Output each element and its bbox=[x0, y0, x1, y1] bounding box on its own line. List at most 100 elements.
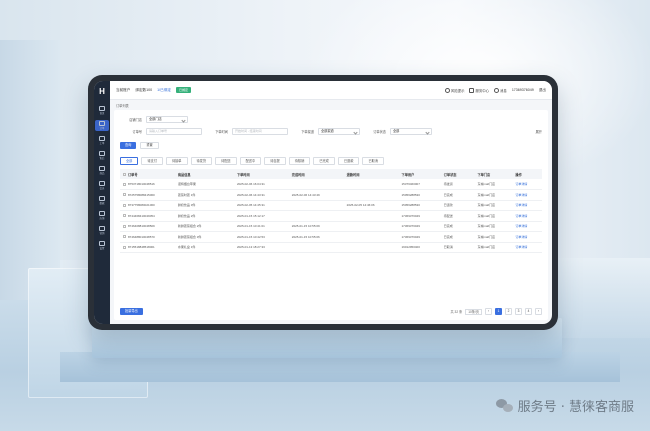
order-detail-link[interactable]: 订单详情 bbox=[512, 179, 542, 190]
row-checkbox[interactable] bbox=[123, 203, 126, 207]
cell-text: 8725758088415060 bbox=[128, 192, 155, 197]
table-cell: 8715518848518001 bbox=[120, 242, 175, 253]
order-detail-link[interactable]: 订单详情 bbox=[512, 242, 542, 253]
message-tool-label: 消息 bbox=[500, 88, 507, 93]
logout-link[interactable]: 退出 bbox=[539, 88, 546, 93]
status-tab[interactable]: 待支付 bbox=[141, 157, 163, 165]
page-number-button[interactable]: 1 bbox=[495, 308, 502, 315]
page-number-button[interactable]: 4 bbox=[525, 308, 532, 315]
status-select[interactable]: 全部 bbox=[390, 127, 432, 135]
order-no-input[interactable]: 请输入订单号 bbox=[146, 127, 202, 135]
order-detail-link[interactable]: 订单详情 bbox=[512, 200, 542, 211]
menu-icon bbox=[99, 196, 105, 201]
status-tab[interactable]: 待核销 bbox=[288, 157, 311, 165]
breadcrumb: 订单列表 bbox=[110, 100, 552, 110]
order-detail-link[interactable]: 订单详情 bbox=[512, 231, 542, 243]
book-icon bbox=[469, 87, 475, 93]
sidebar-item[interactable]: 商品 bbox=[95, 165, 109, 176]
select-all-checkbox[interactable] bbox=[123, 173, 126, 177]
status-tab[interactable]: 待发货 bbox=[190, 157, 213, 165]
row-checkbox[interactable] bbox=[123, 235, 126, 239]
cell-text: 订单详情 bbox=[515, 213, 528, 218]
order-no-label: 订单号 bbox=[132, 129, 142, 134]
sidebar-item[interactable]: 设置 bbox=[95, 240, 109, 251]
table-row[interactable]: 8744468410049054 鲜奶饮品 2件 2025-01-15 15:12:… bbox=[120, 210, 542, 222]
sidebar-item[interactable]: 数据 bbox=[95, 195, 109, 206]
expand-toggle[interactable]: 展开 bbox=[536, 129, 542, 134]
table-cell: 8744468410049054 bbox=[120, 210, 175, 222]
table-row[interactable]: 8737758080021060 鲜奶饮品 3件 2025-02-05 14:45:… bbox=[120, 200, 542, 211]
table-cell: 东城mall门店 bbox=[474, 210, 513, 222]
table-cell: 已完成 bbox=[440, 221, 475, 232]
service-tool[interactable]: 服务中心 bbox=[469, 87, 489, 93]
column-header-label: 完成时间 bbox=[291, 172, 305, 177]
row-checkbox[interactable] bbox=[123, 182, 126, 186]
row-checkbox[interactable] bbox=[123, 245, 126, 249]
next-page-button[interactable]: › bbox=[535, 308, 542, 315]
sidebar-item[interactable]: 首页 bbox=[95, 105, 109, 116]
status-tab[interactable]: 已取消 bbox=[362, 157, 384, 165]
cell-text: 2025-02-05 14:45:31 bbox=[236, 203, 265, 208]
column-header: 下单时间 bbox=[233, 169, 289, 179]
row-checkbox[interactable] bbox=[123, 214, 126, 218]
table-row[interactable]: 8725758088415060 蔬菜时蔬 1件 2025-02-06 14:43:… bbox=[120, 189, 542, 201]
page-number-button[interactable]: 3 bbox=[515, 308, 522, 315]
batch-export-button[interactable]: 批量导出 bbox=[120, 308, 143, 315]
table-cell: 8746488010048570 bbox=[120, 231, 175, 243]
reset-button[interactable]: 重置 bbox=[140, 142, 159, 149]
cell-text: 订单详情 bbox=[515, 182, 528, 186]
table-cell: 17369376049 bbox=[398, 231, 441, 243]
sidebar-item[interactable]: 订单 bbox=[95, 120, 109, 131]
status-tab[interactable]: 配送中 bbox=[239, 157, 262, 165]
status-tab[interactable]: 已完成 bbox=[313, 157, 335, 165]
cell-text: 东城mall门店 bbox=[477, 182, 495, 186]
table-cell bbox=[288, 179, 344, 190]
search-icon bbox=[444, 87, 450, 93]
cell-text: 17369376049 bbox=[401, 213, 420, 218]
channel-select[interactable]: 全部渠道 bbox=[318, 127, 360, 135]
table-cell: 新鲜蔬菜组合 3件 bbox=[174, 231, 234, 243]
status-tab[interactable]: 全部 bbox=[120, 157, 139, 165]
message-tool[interactable]: 消息 bbox=[494, 87, 507, 93]
menu-icon bbox=[99, 121, 105, 126]
status-tab[interactable]: 待配送 bbox=[215, 157, 237, 165]
cell-text: 已完成 bbox=[443, 234, 453, 239]
store-filter-select[interactable]: 全部门店 bbox=[146, 115, 188, 123]
order-detail-link[interactable]: 订单详情 bbox=[512, 210, 542, 222]
table-cell: 待发货 bbox=[440, 179, 475, 190]
status-tab[interactable]: 待接单 bbox=[165, 157, 188, 165]
table-row[interactable]: 8746408810048509 新鲜蔬菜组合 2件 2025-01-15 10:4… bbox=[120, 221, 542, 232]
sidebar-item[interactable]: 会员 bbox=[95, 180, 109, 191]
order-detail-link[interactable]: 订单详情 bbox=[512, 189, 542, 201]
page-number-button[interactable]: 2 bbox=[505, 308, 512, 315]
sidebar-item[interactable]: 售后 bbox=[95, 150, 109, 161]
row-checkbox[interactable] bbox=[123, 193, 126, 197]
table-row[interactable]: 8746488010048570 新鲜蔬菜组合 3件 2025-01-15 10:4… bbox=[120, 231, 542, 243]
table-cell: 2025-01-15 10:41:01 bbox=[233, 221, 289, 232]
order-detail-link[interactable]: 订单详情 bbox=[512, 221, 542, 232]
cell-text: 东城mall门店 bbox=[477, 213, 495, 218]
sidebar-item-label: 数据 bbox=[99, 202, 105, 205]
sidebar-item[interactable]: 工单 bbox=[95, 135, 109, 146]
top-bar: 当前账户 绑定数100 1/已绑定 已绑定 风险提示 服务中心 消息 17369… bbox=[110, 81, 552, 100]
bind-link[interactable]: 1/已绑定 bbox=[157, 88, 171, 93]
menu-icon bbox=[99, 151, 105, 156]
risk-tool[interactable]: 风险提示 bbox=[444, 87, 464, 93]
sidebar-item[interactable]: 营销 bbox=[95, 225, 109, 236]
table-cell: 2025-01-15 10:42:53 bbox=[233, 231, 289, 243]
table-row[interactable]: 8753718010048516 诺特烟台苹果 2025-02-06 16:04:3… bbox=[120, 179, 542, 190]
sidebar-item[interactable]: 店铺 bbox=[95, 210, 109, 221]
table-row[interactable]: 8715518848518001 水果礼盒 1件 2025-01-13 18:27:… bbox=[120, 242, 542, 253]
search-button[interactable]: 查询 bbox=[120, 142, 137, 149]
status-tab[interactable]: 已退款 bbox=[337, 157, 360, 165]
wechat-icon bbox=[495, 398, 514, 413]
prev-page-button[interactable]: ‹ bbox=[485, 308, 492, 315]
order-time-input[interactable]: 开始时间 - 结束时间 bbox=[232, 127, 288, 135]
row-checkbox[interactable] bbox=[123, 224, 126, 228]
user-phone[interactable]: 17369376049 bbox=[512, 88, 534, 92]
filter-row-store: 店铺门店 全部门店 bbox=[120, 115, 542, 123]
table-cell: 东城mall门店 bbox=[474, 231, 513, 243]
page-size-select[interactable]: 10条/页 bbox=[465, 308, 482, 315]
cell-text: 2025-01-15 10:41:01 bbox=[236, 224, 265, 229]
status-tab[interactable]: 待自提 bbox=[264, 157, 286, 165]
